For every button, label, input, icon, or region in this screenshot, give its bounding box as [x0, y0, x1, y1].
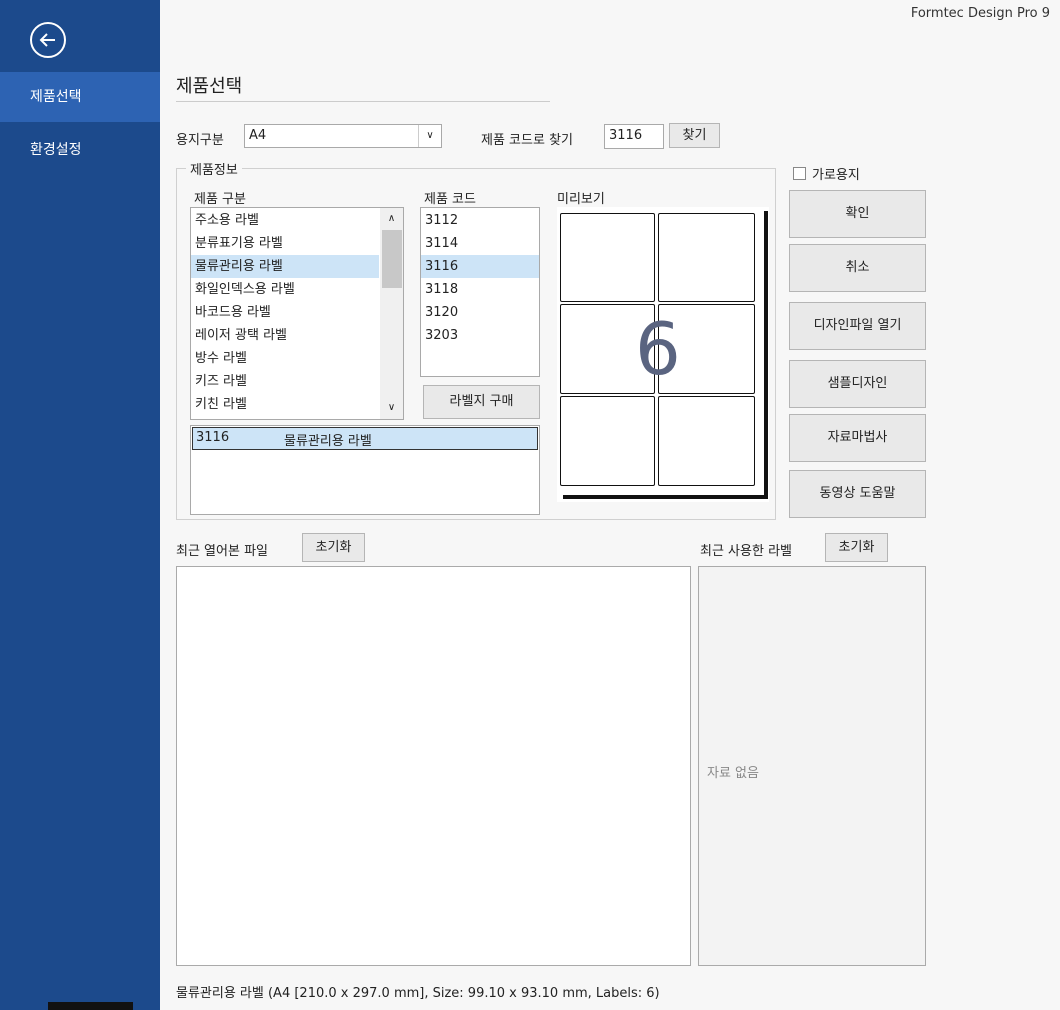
label-cell: [658, 396, 755, 486]
preview-label-count: 6: [635, 307, 681, 391]
code-header: 제품 코드: [424, 192, 476, 207]
chevron-down-icon[interactable]: ∨: [380, 399, 403, 417]
video-help-button[interactable]: 동영상 도움말: [789, 470, 926, 518]
label-cell: [560, 396, 655, 486]
sidebar-item-settings[interactable]: 환경설정: [0, 125, 160, 175]
buy-label-button[interactable]: 라벨지 구매: [423, 385, 540, 419]
result-row[interactable]: 3116 물류관리용 라벨: [192, 427, 538, 450]
recent-labels-label: 최근 사용한 라벨: [700, 544, 792, 559]
sidebar-bottom-bar: [48, 1002, 133, 1010]
status-text: 물류관리용 라벨 (A4 [210.0 x 297.0 mm], Size: 9…: [176, 986, 660, 1001]
cancel-button[interactable]: 취소: [789, 244, 926, 292]
list-item[interactable]: 키친 라벨: [191, 393, 379, 416]
confirm-button[interactable]: 확인: [789, 190, 926, 238]
category-list[interactable]: 주소용 라벨 분류표기용 라벨 물류관리용 라벨 화일인덱스용 라벨 바코드용 …: [190, 207, 404, 420]
chevron-down-icon[interactable]: ∨: [418, 125, 441, 147]
list-item-selected[interactable]: 물류관리용 라벨: [191, 255, 379, 278]
preview-shadow-bottom: [563, 495, 768, 499]
list-item[interactable]: 3120: [421, 301, 539, 324]
result-list[interactable]: 3116 물류관리용 라벨: [190, 425, 540, 515]
chevron-up-icon[interactable]: ∧: [380, 210, 403, 228]
product-info-title: 제품정보: [186, 159, 242, 178]
list-item[interactable]: 레이저 광택 라벨: [191, 324, 379, 347]
paper-type-label: 용지구분: [176, 133, 224, 148]
empty-message: 자료 없음: [707, 766, 759, 781]
scrollbar-thumb[interactable]: [382, 230, 402, 288]
landscape-label: 가로용지: [812, 168, 860, 183]
result-code: 3116: [196, 430, 230, 445]
find-code-input[interactable]: 3116: [604, 124, 664, 149]
recent-labels-reset-button[interactable]: 초기화: [825, 533, 888, 562]
sidebar-item-product-select[interactable]: 제품선택: [0, 72, 160, 122]
recent-files-list[interactable]: [176, 566, 691, 966]
recent-labels-list[interactable]: 자료 없음: [698, 566, 926, 966]
open-design-file-button[interactable]: 디자인파일 열기: [789, 302, 926, 350]
list-item[interactable]: 3118: [421, 278, 539, 301]
result-name: 물류관리용 라벨: [284, 434, 372, 449]
app-title: Formtec Design Pro 9: [910, 6, 1050, 21]
preview-header: 미리보기: [557, 192, 605, 207]
find-code-label: 제품 코드로 찾기: [481, 133, 573, 148]
landscape-checkbox[interactable]: [793, 167, 806, 180]
preview-shadow-right: [764, 211, 768, 499]
sidebar: 제품선택 환경설정: [0, 0, 160, 1010]
category-scrollbar[interactable]: ∧ ∨: [380, 208, 403, 419]
sample-design-button[interactable]: 샘플디자인: [789, 360, 926, 408]
list-item[interactable]: 주소용 라벨: [191, 209, 379, 232]
list-item[interactable]: 바코드용 라벨: [191, 301, 379, 324]
back-arrow-icon[interactable]: [30, 22, 66, 58]
list-item[interactable]: 3114: [421, 232, 539, 255]
title-divider: [176, 101, 550, 102]
label-preview: 6: [557, 207, 769, 502]
list-item[interactable]: 키즈 라벨: [191, 370, 379, 393]
list-item[interactable]: 방수 라벨: [191, 347, 379, 370]
recent-files-reset-button[interactable]: 초기화: [302, 533, 365, 562]
paper-type-value: A4: [249, 128, 267, 143]
page-title: 제품선택: [176, 76, 243, 97]
list-item-selected[interactable]: 3116: [421, 255, 539, 278]
label-cell: [658, 213, 755, 302]
label-cell: [560, 213, 655, 302]
data-wizard-button[interactable]: 자료마법사: [789, 414, 926, 462]
list-item[interactable]: 분류표기용 라벨: [191, 232, 379, 255]
category-header: 제품 구분: [194, 192, 246, 207]
list-item[interactable]: 화일인덱스용 라벨: [191, 278, 379, 301]
list-item[interactable]: 3112: [421, 209, 539, 232]
code-list[interactable]: 3112 3114 3116 3118 3120 3203: [420, 207, 540, 377]
recent-files-label: 최근 열어본 파일: [176, 544, 268, 559]
list-item[interactable]: 3203: [421, 324, 539, 347]
paper-type-select[interactable]: A4 ∨: [244, 124, 442, 148]
find-button[interactable]: 찾기: [669, 123, 720, 148]
